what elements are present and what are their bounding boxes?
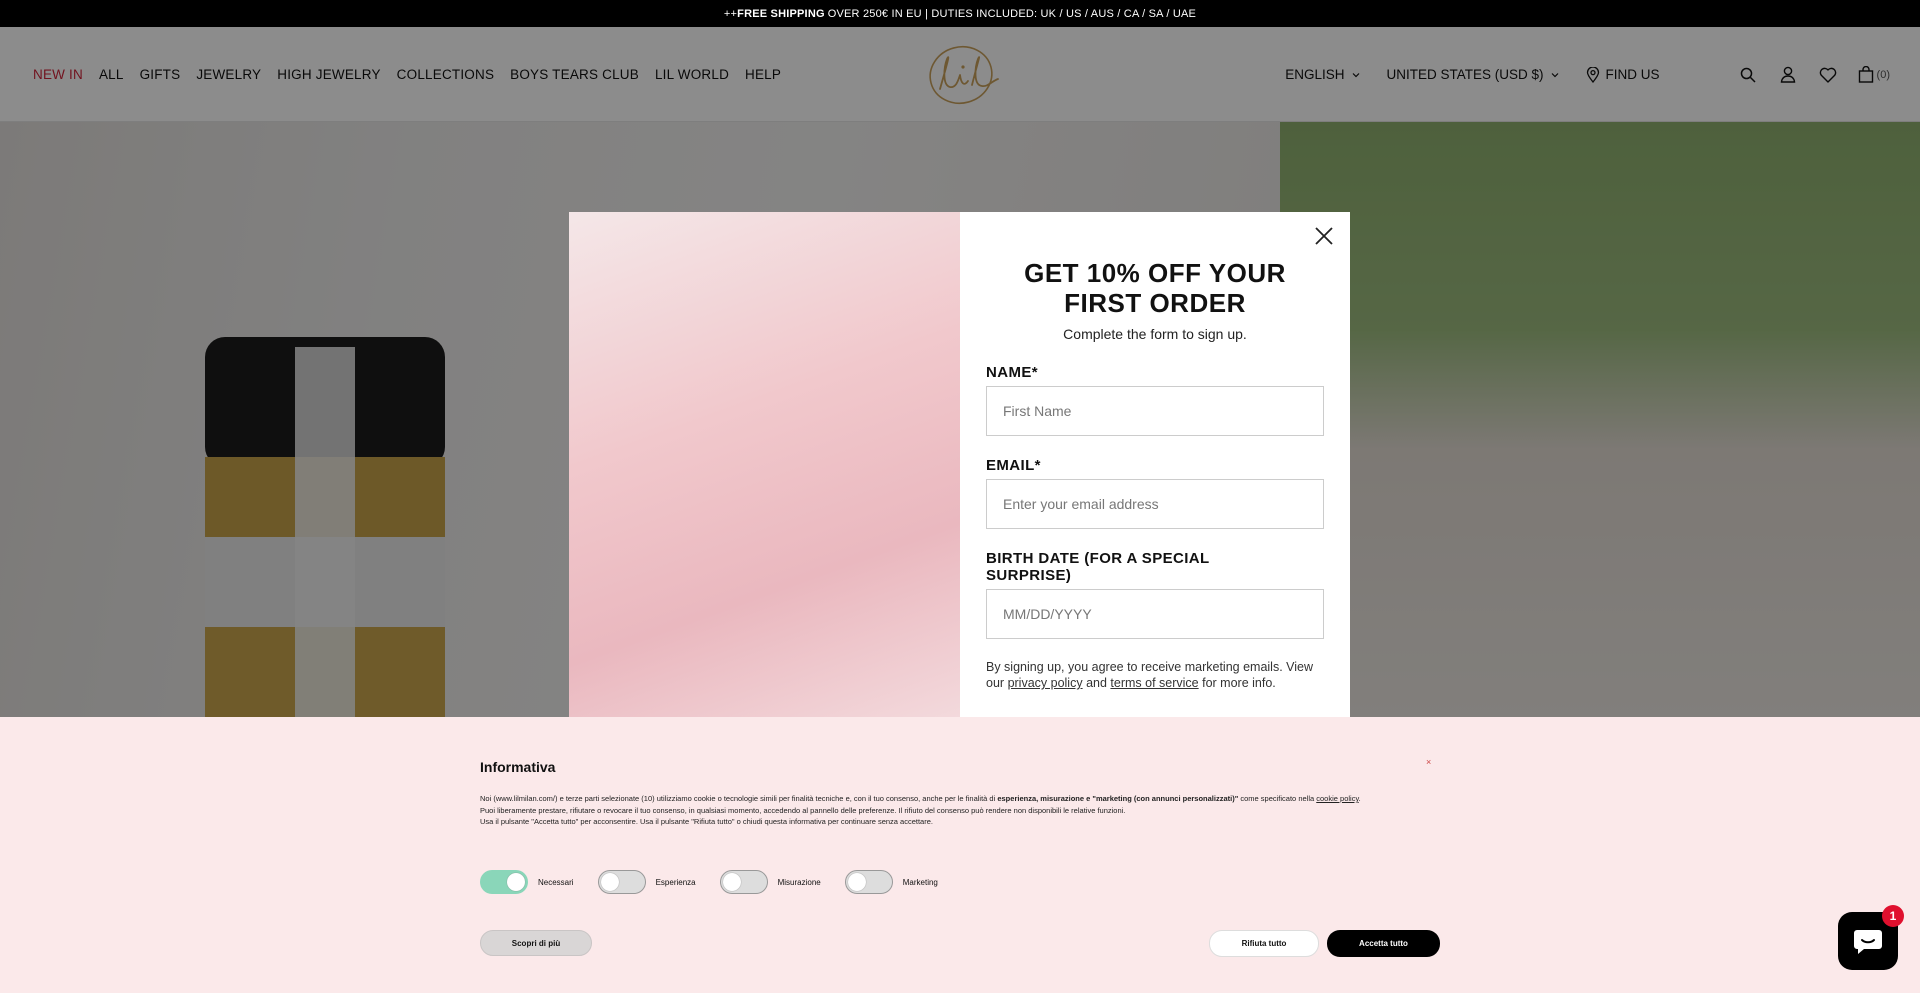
accept-all-button[interactable]: Accetta tutto: [1327, 930, 1440, 957]
toggle-esperienza[interactable]: Esperienza: [597, 870, 696, 894]
signup-popup: GET 10% OFF YOUR FIRST ORDER Complete th…: [569, 212, 1350, 717]
cookie-banner: Informativa × Noi (www.lilmilan.com/) e …: [0, 717, 1920, 993]
reject-all-button[interactable]: Rifiuta tutto: [1209, 930, 1319, 957]
toggle-label: Esperienza: [655, 877, 696, 887]
birth-date-label: BIRTH DATE (FOR A SPECIAL SURPRISE): [986, 550, 1210, 584]
learn-more-button[interactable]: Scopri di più: [480, 930, 592, 956]
cookie-close-button[interactable]: ×: [1426, 757, 1431, 767]
cookie-toggles: Necessari Esperienza Misurazione Marketi…: [480, 870, 938, 894]
announcement-bar: ++ FREE SHIPPING OVER 250€ IN EU | DUTIE…: [0, 0, 1920, 27]
popup-image: [569, 212, 960, 717]
cookie-text-line1a: Noi (www.lilmilan.com/) e terze parti se…: [480, 794, 996, 803]
announcement-bold: FREE SHIPPING: [737, 7, 825, 20]
announcement-text: OVER 250€ IN EU | DUTIES INCLUDED: UK / …: [827, 7, 1197, 20]
cookie-text-bold: esperienza, misurazione e "marketing (co…: [997, 794, 1239, 803]
cookie-title: Informativa: [480, 759, 556, 775]
toggle-necessari[interactable]: Necessari: [480, 870, 574, 894]
toggle-switch[interactable]: [844, 870, 893, 894]
signup-consent-note: By signing up, you agree to receive mark…: [986, 659, 1324, 691]
toggle-switch[interactable]: [480, 870, 528, 894]
consent-text-and: and: [1086, 676, 1107, 690]
popup-subtitle: Complete the form to sign up.: [1063, 326, 1247, 342]
first-name-input[interactable]: [986, 386, 1324, 436]
close-icon[interactable]: [1312, 224, 1336, 248]
cookie-policy-link[interactable]: cookie policy: [1316, 794, 1358, 803]
signup-form: GET 10% OFF YOUR FIRST ORDER Complete th…: [960, 212, 1350, 717]
cookie-text-line1b: come specificato nella: [1240, 794, 1315, 803]
toggle-label: Necessari: [538, 877, 574, 887]
cookie-text-line2: Puoi liberamente prestare, rifiutare o r…: [480, 805, 1126, 815]
toggle-misurazione[interactable]: Misurazione: [719, 870, 821, 894]
email-label: EMAIL*: [986, 457, 1041, 474]
toggle-switch[interactable]: [719, 870, 768, 894]
announcement-prefix: ++: [723, 7, 738, 20]
chat-bubble-icon: [1854, 930, 1882, 954]
email-input[interactable]: [986, 479, 1324, 529]
chat-notification-badge: 1: [1882, 905, 1904, 927]
toggle-label: Misurazione: [777, 877, 821, 887]
privacy-policy-link[interactable]: privacy policy: [1008, 676, 1083, 690]
toggle-label: Marketing: [902, 877, 938, 887]
popup-title: GET 10% OFF YOUR FIRST ORDER: [1024, 258, 1286, 318]
terms-of-service-link[interactable]: terms of service: [1110, 676, 1198, 690]
consent-text-suffix: for more info.: [1202, 676, 1276, 690]
birth-date-input[interactable]: [986, 589, 1324, 639]
name-label: NAME*: [986, 364, 1039, 381]
cookie-text-line3: Usa il pulsante "Accetta tutto" per acco…: [480, 817, 933, 826]
toggle-marketing[interactable]: Marketing: [844, 870, 938, 894]
cookie-text: Noi (www.lilmilan.com/) e terze parti se…: [480, 793, 1400, 828]
toggle-switch[interactable]: [597, 870, 646, 894]
